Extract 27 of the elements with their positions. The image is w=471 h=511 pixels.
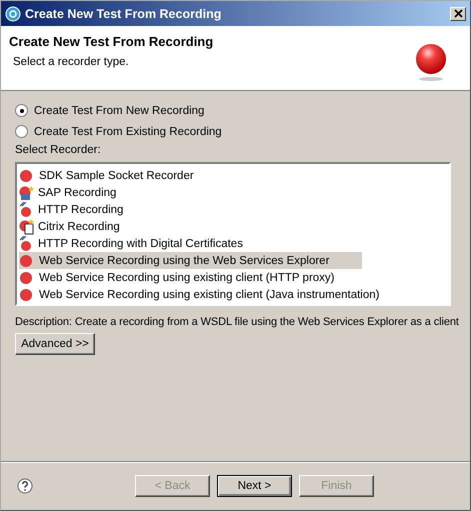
- list-item[interactable]: HTTP Recording with Digital Certificates: [19, 235, 251, 252]
- record-icon: [20, 254, 32, 266]
- radio-option[interactable]: Create Test From Existing Recording: [15, 121, 456, 142]
- record-icon: [20, 288, 32, 300]
- list-label: Select Recorder:: [15, 144, 102, 158]
- close-button[interactable]: [450, 6, 466, 20]
- radio-option[interactable]: Create Test From New Recording: [15, 100, 456, 121]
- window-title: Create New Test From Recording: [25, 6, 222, 20]
- record-sap-icon: [19, 184, 37, 200]
- record-icon: [414, 42, 448, 82]
- advanced-button[interactable]: Advanced >>: [15, 333, 95, 355]
- list-item[interactable]: SDK Sample Socket Recorder: [19, 167, 202, 184]
- list-item[interactable]: SAP Recording: [19, 184, 124, 201]
- list-item[interactable]: Web Service Recording using existing client (HTTP proxy): [19, 269, 342, 286]
- list-item[interactable]: HTTP Recording: [19, 201, 132, 218]
- help-icon[interactable]: [17, 478, 33, 494]
- wizard-button[interactable]: Next >: [217, 475, 292, 497]
- record-icon: [20, 272, 32, 284]
- record-icon: [20, 170, 32, 182]
- list-item[interactable]: Citrix Recording: [19, 218, 128, 235]
- page-title: Create New Test From Recording: [9, 34, 214, 49]
- app-icon: [5, 6, 21, 22]
- list-item[interactable]: Web Service Recording using existing client (Java instrumentation): [19, 286, 388, 303]
- close-icon: [454, 9, 462, 18]
- list-item[interactable]: Web Service Recording using the Web Services Explorer: [19, 252, 362, 269]
- page-subtitle: Select a recorder type.: [13, 56, 130, 68]
- record-document-icon: [19, 218, 37, 234]
